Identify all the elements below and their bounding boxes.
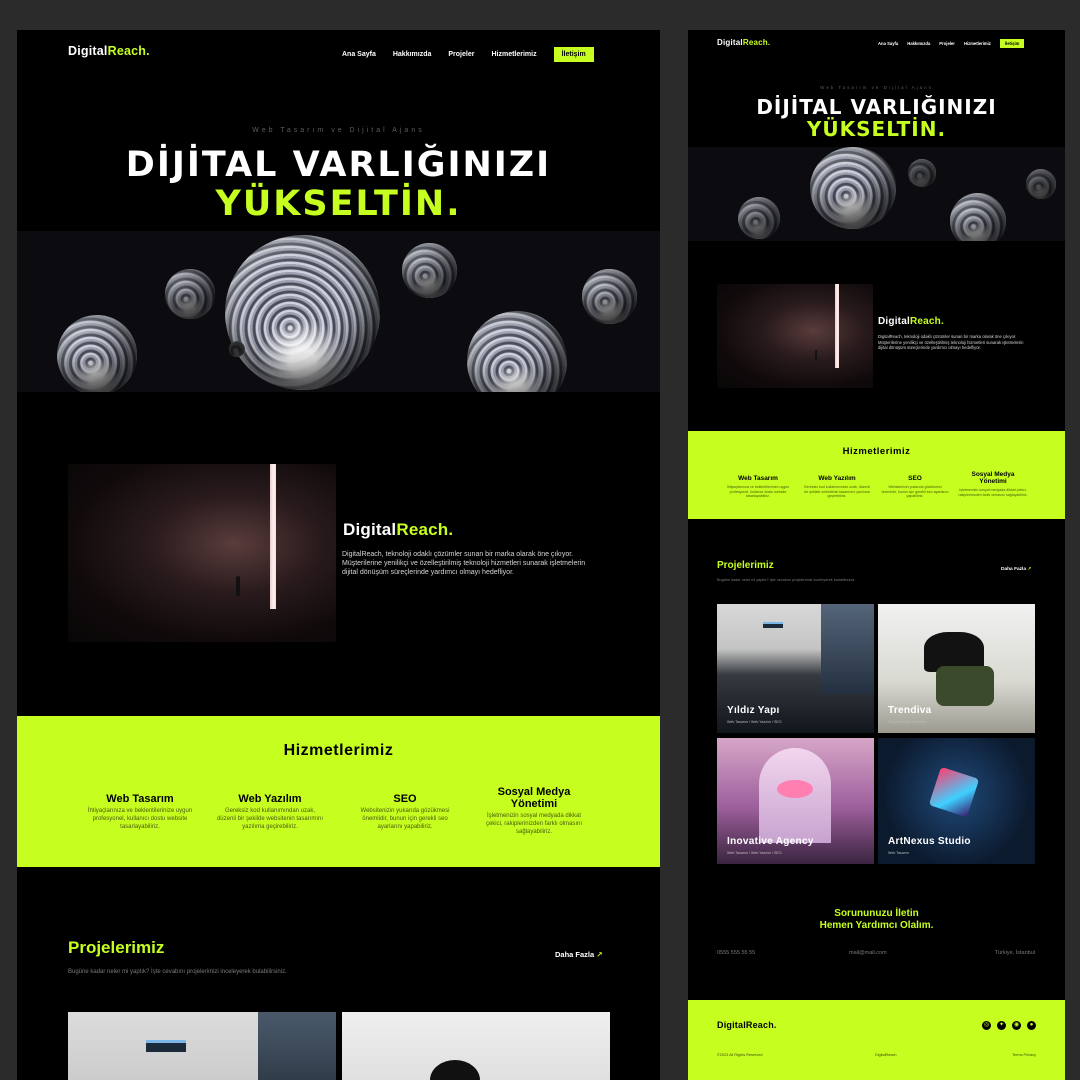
service-desc: İşletmenizin sosyal medyada dikkat çekic…	[485, 813, 583, 835]
service-item: Web Yazılım Gereksiz kod kullanımından u…	[215, 793, 325, 831]
more-projects-link[interactable]: Daha Fazla ↗	[555, 950, 603, 959]
arrow-up-right-icon: ↗	[596, 950, 603, 959]
hero-eyebrow: Web Tasarım ve Dijital Ajans	[252, 127, 425, 134]
discord-icon[interactable]: ◉	[1012, 1021, 1021, 1030]
services-title: Hizmetlerimiz	[842, 446, 911, 457]
desktop-preview: DigitalReach. Ana Sayfa Hakkımızda Proje…	[17, 30, 660, 1080]
mobile-preview: DigitalReach. Ana Sayfa Hakkımızda Proje…	[688, 30, 1065, 1080]
hero-title-line2: YÜKSELTİN.	[215, 184, 462, 225]
logo-text-second: Reach.	[107, 44, 150, 58]
hero-eyebrow: Web Tasarım ve Dijital Ajans	[820, 85, 933, 90]
contact-button[interactable]: İletişim	[999, 39, 1025, 48]
about-image	[717, 284, 873, 388]
twitter-icon[interactable]: ✦	[997, 1021, 1006, 1030]
hero-image	[17, 231, 660, 392]
services-section: Hizmetlerimiz Web Tasarım İhtiyaçlarınız…	[17, 716, 660, 867]
project-card[interactable]: ArtNexus Studio Web Tasarım	[878, 738, 1035, 864]
service-item: Sosyal Medya Yönetimi İşletmenizin sosya…	[958, 471, 1028, 497]
project-card[interactable]	[68, 1012, 336, 1080]
contact-heading: Sorununuzu İletin Hemen Yardımcı Olalım.	[819, 908, 934, 931]
social-links: ◎ ✦ ◉ ●	[982, 1021, 1036, 1030]
facebook-icon[interactable]: ●	[1027, 1021, 1036, 1030]
copyright: ©2023 All Rights Reserved	[717, 1053, 763, 1057]
header-logo[interactable]: DigitalReach.	[717, 38, 770, 47]
projects-title: Projelerimiz	[717, 560, 774, 571]
nav-home[interactable]: Ana Sayfa	[878, 41, 898, 46]
service-title: SEO	[393, 793, 417, 805]
project-tags: Web Tasarım	[888, 851, 910, 855]
service-item: Web Tasarım İhtiyaçlarınıza ve beklentil…	[85, 793, 195, 831]
project-card[interactable]: Yıldız Yapı Web Tasarım / Web Yazılım / …	[717, 604, 874, 733]
about-text: DigitalReach, teknoloji odaklı çözümler …	[342, 551, 586, 577]
nav-about[interactable]: Hakkımızda	[393, 51, 432, 58]
logo-text-first: Digital	[68, 44, 108, 58]
project-tags: Sosyal Medya Yönetimi	[888, 720, 926, 724]
projects-subtitle: Bugüne kadar neler mi yaptık? İşte cevab…	[68, 969, 287, 975]
contact-email[interactable]: mail@mail.com	[849, 950, 887, 956]
services-section: Hizmetlerimiz Web Tasarım İhtiyaçlarınız…	[688, 431, 1065, 519]
service-title: Web Tasarım	[106, 793, 174, 805]
instagram-icon[interactable]: ◎	[982, 1021, 991, 1030]
projects-subtitle: Bugüne kadar neler mi yaptık? İşte cevab…	[717, 578, 856, 582]
main-nav: Ana Sayfa Hakkımızda Projeler Hizmetleri…	[342, 47, 594, 62]
service-item: SEO Websitenizin yukarıda gözükmesi önem…	[881, 475, 949, 499]
footer-center-text: DigitalReach	[875, 1053, 897, 1057]
more-label: Daha Fazla	[555, 950, 595, 959]
nav-projects[interactable]: Projeler	[939, 41, 955, 46]
more-projects-link[interactable]: Daha Fazla ↗	[1001, 567, 1031, 572]
nav-services[interactable]: Hizmetlerimiz	[964, 41, 991, 46]
project-tags: Web Tasarım / Web Yazılım / SEO	[727, 851, 782, 855]
hero-image	[688, 147, 1065, 241]
service-item: Sosyal Medya Yönetimi İşletmenizin sosya…	[479, 786, 589, 837]
project-card[interactable]: Trendiva Sosyal Medya Yönetimi	[878, 604, 1035, 733]
service-item: SEO Websitenizin yukarıda gözükmesi önem…	[350, 793, 460, 831]
project-card[interactable]	[342, 1012, 610, 1080]
project-card[interactable]: Inovative Agency Web Tasarım / Web Yazıl…	[717, 738, 874, 864]
project-name: ArtNexus Studio	[888, 836, 971, 847]
project-name: Yıldız Yapı	[727, 705, 780, 716]
header-logo[interactable]: DigitalReach.	[68, 44, 150, 58]
footer: DigitalReach. ◎ ✦ ◉ ● ©2023 All Rights R…	[688, 1000, 1065, 1080]
project-name: Trendiva	[888, 705, 932, 716]
contact-phone[interactable]: 0555 555 55 55	[717, 950, 755, 956]
hero-title: DİJİTAL VARLIĞINIZI YÜKSELTİN.	[756, 95, 997, 142]
contact-button[interactable]: İletişim	[553, 47, 594, 62]
contact-location: Türkiye, İstanbul	[994, 950, 1035, 956]
services-title: Hizmetlerimiz	[283, 742, 394, 759]
about-text: DigitalReach, teknoloji odaklı çözümler …	[878, 334, 1024, 351]
service-title: Web Yazılım	[238, 793, 302, 805]
nav-services[interactable]: Hizmetlerimiz	[491, 51, 536, 58]
service-title: Sosyal Medya Yönetimi	[497, 786, 571, 811]
main-nav: Ana Sayfa Hakkımızda Projeler Hizmetleri…	[878, 39, 1025, 48]
about-brand-title: DigitalReach.	[343, 520, 454, 539]
service-item: Web Yazılım Gereksiz kod kullanımından u…	[803, 475, 871, 499]
service-desc: Websitenizin yukarıda gözükmesi önemlidi…	[360, 808, 450, 830]
project-name: Inovative Agency	[727, 836, 814, 847]
projects-title: Projelerimiz	[68, 938, 165, 957]
terms-link[interactable]: Terms Privacy	[1012, 1053, 1036, 1057]
about-image	[68, 464, 336, 642]
nav-projects[interactable]: Projeler	[448, 51, 474, 58]
hero-title-line1: DİJİTAL VARLIĞINIZI	[125, 145, 552, 185]
service-item: Web Tasarım İhtiyaçlarınıza ve beklentil…	[726, 475, 790, 499]
nav-about[interactable]: Hakkımızda	[907, 41, 930, 46]
hero-title: DİJİTAL VARLIĞINIZI YÜKSELTİN.	[17, 145, 660, 225]
nav-home[interactable]: Ana Sayfa	[342, 51, 376, 58]
footer-logo[interactable]: DigitalReach.	[717, 1020, 777, 1030]
about-brand-title: DigitalReach.	[878, 316, 944, 327]
project-tags: Web Tasarım / Web Yazılım / SEO	[727, 720, 782, 724]
service-desc: Gereksiz kod kullanımından uzak, düzenli…	[216, 808, 324, 830]
arrow-up-right-icon: ↗	[1027, 567, 1032, 572]
service-desc: İhtiyaçlarınıza ve beklentilerinize uygu…	[87, 808, 193, 830]
